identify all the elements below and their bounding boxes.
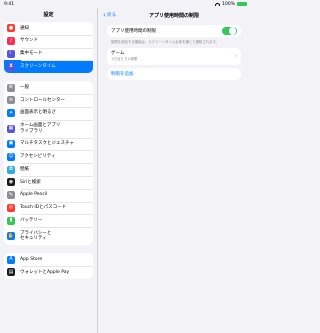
- sidebar-item[interactable]: ▣ マルチタスクとジェスチャ: [4, 137, 93, 151]
- sidebar-item-label: 画面表示と明るさ: [20, 110, 56, 116]
- sidebar-item[interactable]: ▦ ホーム画面とアプリ ライブラリ: [4, 119, 93, 138]
- footnote: 制限を追加する機能は、スクリーンタイム全体を通じて通知されます。: [111, 40, 219, 44]
- sidebar-item-label: 通知: [20, 25, 29, 31]
- toggle-label: アプリ使用時間の制限: [111, 29, 156, 34]
- battery-icon: [237, 1, 247, 7]
- wifi-icon: [215, 2, 221, 6]
- sidebar-item[interactable]: ⚙ 一般: [4, 81, 93, 94]
- add-card: 制限を追加: [107, 67, 241, 80]
- chevron-right-icon: ›: [234, 51, 237, 60]
- limits-card: ゲーム 1日当たり1時間 ›: [107, 47, 241, 65]
- sidebar-item[interactable]: ✿ 壁紙: [4, 163, 93, 176]
- add-limit-button[interactable]: 制限を追加: [107, 68, 241, 80]
- back-label: 戻る: [106, 13, 117, 18]
- speaker-icon: ♪: [7, 37, 15, 46]
- sidebar-title: 設定: [43, 12, 54, 18]
- sidebar-item[interactable]: ◎ Touch IDとパスコード: [4, 201, 93, 215]
- toggles-icon: ≡: [7, 96, 15, 105]
- multitask-icon: ▣: [7, 139, 15, 148]
- sidebar-group: ⚙ 一般 ≡ コントロールセンター ☀ 画面表示と明るさ ▦ ホーム画面とアプリ ライブラリ ▣ マ…: [4, 81, 93, 246]
- appstore-icon: A: [7, 255, 15, 264]
- wallet-icon: ▤: [7, 268, 15, 277]
- sidebar-item-label: スクリーンタイム: [20, 63, 56, 69]
- sidebar-group: A App Store ▤ ウォレットとApple Pay: [4, 253, 93, 279]
- hourglass-icon: ⧗: [7, 62, 15, 71]
- sidebar-item-label: ウォレットとApple Pay: [20, 269, 70, 275]
- fingerprint-icon: ◎: [7, 203, 15, 212]
- accessibility-icon: ☺: [7, 152, 15, 161]
- sidebar-item-label: サウンド: [20, 38, 38, 44]
- sidebar-item[interactable]: ♪ サウンド: [4, 34, 93, 48]
- limit-time: 1日当たり1時間: [111, 57, 138, 62]
- nav-bar: ‹ 戻る アプリ使用時間の制限: [98, 8, 250, 22]
- sidebar-group: ● 通知 ♪ サウンド ☾ 集中モード ⧗ スクリーンタイム: [4, 22, 93, 74]
- sidebar-item[interactable]: ◉ Siriと検索: [4, 175, 93, 189]
- brightness-icon: ☀: [7, 109, 15, 118]
- sidebar-item[interactable]: ● 通知: [4, 22, 93, 35]
- sidebar-item[interactable]: ✎ Apple Pencil: [4, 188, 93, 202]
- home-grid-icon: ▦: [7, 124, 15, 133]
- sidebar-item-label: Siriと検索: [20, 179, 41, 185]
- sidebar-item-label: 壁紙: [20, 166, 29, 172]
- battery-percent: 100%: [222, 1, 235, 7]
- status-time: 9:41: [4, 1, 15, 7]
- status-bar: 9:41 100%: [0, 0, 250, 8]
- sidebar-item-label: マルチタスクとジェスチャ: [20, 141, 74, 147]
- sidebar-item-label: Touch IDとパスコード: [20, 205, 67, 211]
- sidebar-item-label: 集中モード: [20, 51, 43, 57]
- sidebar-item-label: ホーム画面とアプリ ライブラリ: [20, 122, 61, 134]
- gear-icon: ⚙: [7, 83, 15, 92]
- sidebar-item[interactable]: ☀ 画面表示と明るさ: [4, 106, 93, 120]
- limit-row-games[interactable]: ゲーム 1日当たり1時間 ›: [107, 48, 241, 65]
- sidebar-item-label: プライバシーと セキュリティ: [20, 230, 52, 242]
- sidebar-item[interactable]: ▮ バッテリー: [4, 214, 93, 227]
- app-limits-toggle[interactable]: [222, 26, 237, 36]
- app-limits-toggle-row: アプリ使用時間の制限: [107, 25, 241, 37]
- settings-sidebar: 設定 ● 通知 ♪ サウンド ☾ 集中モード ⧗ スクリーンタイム ⚙ 一般 ≡ コントロールセンター…: [0, 8, 98, 333]
- limit-name: ゲーム: [111, 50, 125, 56]
- sidebar-item[interactable]: ☺ アクセシビリティ: [4, 150, 93, 163]
- sidebar-item[interactable]: ✋ プライバシーと セキュリティ: [4, 227, 93, 245]
- sidebar-item-label: App Store: [20, 256, 43, 262]
- sidebar-item-label: バッテリー: [20, 217, 43, 223]
- sidebar-item-label: 一般: [20, 84, 29, 90]
- battery-icon: ▮: [7, 216, 15, 225]
- wallpaper-icon: ✿: [7, 165, 15, 174]
- back-button[interactable]: ‹ 戻る: [98, 10, 117, 19]
- detail-pane: ‹ 戻る アプリ使用時間の制限 アプリ使用時間の制限 制限を追加する機能は、スク…: [98, 8, 250, 333]
- sidebar-item[interactable]: ⧗ スクリーンタイム: [4, 60, 93, 74]
- sidebar-item[interactable]: ≡ コントロールセンター: [4, 93, 93, 107]
- page-title: アプリ使用時間の制限: [148, 12, 199, 19]
- bell-icon: ●: [7, 24, 15, 33]
- status-indicators: 100%: [215, 2, 247, 7]
- sidebar-item-label: Apple Pencil: [20, 192, 48, 198]
- siri-icon: ◉: [7, 178, 15, 187]
- pencil-icon: ✎: [7, 191, 15, 200]
- sidebar-item[interactable]: A App Store: [4, 253, 93, 266]
- sidebar-item-label: コントロールセンター: [20, 97, 65, 103]
- chevron-left-icon: ‹: [103, 10, 106, 19]
- sidebar-item-label: アクセシビリティ: [20, 153, 56, 159]
- hand-icon: ✋: [7, 232, 15, 241]
- moon-icon: ☾: [7, 49, 15, 58]
- sidebar-item[interactable]: ☾ 集中モード: [4, 47, 93, 61]
- sidebar-item[interactable]: ▤ ウォレットとApple Pay: [4, 265, 93, 279]
- toggle-card: アプリ使用時間の制限: [107, 25, 241, 37]
